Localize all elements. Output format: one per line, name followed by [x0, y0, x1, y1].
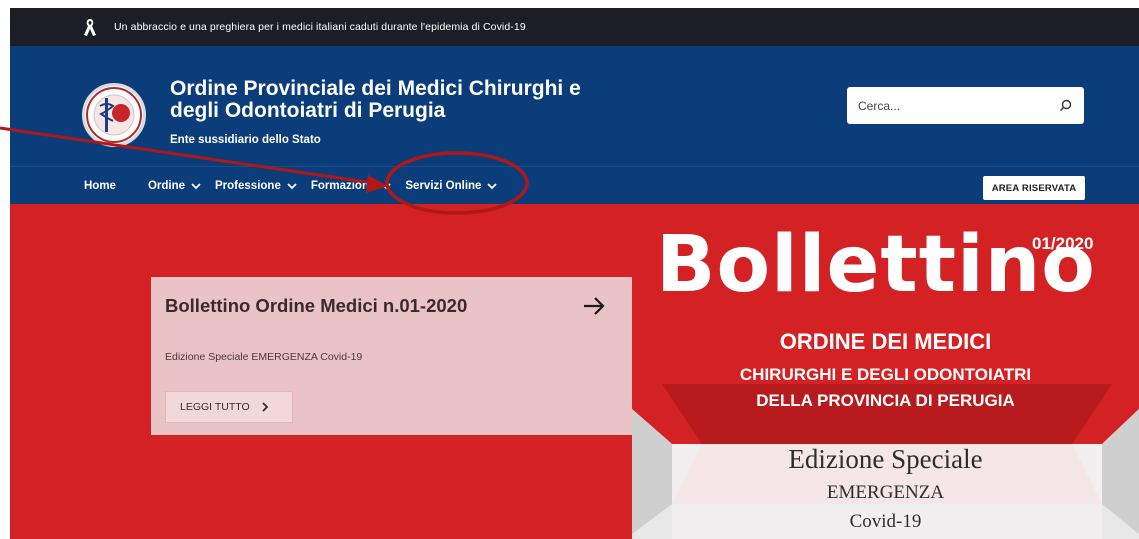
news-card-description: Edizione Speciale EMERGENZA Covid-19 — [165, 351, 363, 363]
notice-text[interactable]: Un abbraccio e una preghiera per i medic… — [114, 21, 526, 33]
nav-item-formazione[interactable]: Formazione — [311, 180, 392, 192]
search-icon[interactable] — [1059, 99, 1072, 112]
page: Un abbraccio e una preghiera per i medic… — [0, 0, 1139, 539]
cover-title: Bollettino — [656, 220, 1096, 310]
read-more-button[interactable]: LEGGI TUTTO — [165, 391, 293, 423]
main-nav: Home Ordine Professione Formazione Servi… — [10, 166, 1139, 204]
bulletin-cover-image: Bollettino 01/2020 ORDINE DEI MEDICI CHI… — [632, 204, 1139, 539]
seal-graphic — [86, 87, 142, 143]
site-subtitle: Ente sussidiario dello Stato — [170, 134, 321, 146]
cover-line-6: Covid-19 — [849, 511, 922, 532]
chevron-down-icon — [191, 182, 201, 189]
site-title-line1: Ordine Provinciale dei Medici Chirurghi … — [170, 77, 581, 100]
chevron-down-icon — [287, 182, 297, 189]
area-riservata-button[interactable]: AREA RISERVATA — [983, 176, 1085, 200]
arrow-right-icon[interactable] — [581, 293, 607, 319]
chevron-down-icon — [381, 182, 392, 189]
notice-bar: Un abbraccio e una preghiera per i medic… — [10, 8, 1139, 46]
website-viewport: Un abbraccio e una preghiera per i medic… — [10, 8, 1139, 539]
site-header: Ordine Provinciale dei Medici Chirurghi … — [10, 46, 1139, 166]
chevron-down-icon — [487, 182, 498, 189]
cover-issue-number: 01/2020 — [1032, 234, 1094, 253]
cover-line-2: CHIRURGHI E DEGLI ODONTOIATRI — [739, 365, 1032, 384]
nav-item-professione[interactable]: Professione — [215, 180, 297, 192]
site-title-line2: degli Odontoiatri di Perugia — [170, 99, 446, 122]
cover-line-3: DELLA PROVINCIA DI PERUGIA — [756, 391, 1015, 410]
ribbon-icon — [84, 19, 96, 36]
nav-item-home[interactable]: Home — [84, 180, 116, 192]
nav-item-label: Home — [84, 179, 116, 192]
news-card-title[interactable]: Bollettino Ordine Medici n.01-2020 — [165, 295, 467, 317]
nav-item-label: Formazione — [310, 179, 376, 192]
news-card[interactable]: Bollettino Ordine Medici n.01-2020 Edizi… — [151, 277, 633, 435]
chevron-right-icon — [261, 402, 268, 412]
order-seal-logo[interactable] — [82, 83, 146, 147]
nav-item-servizi-online[interactable]: Servizi Online — [405, 179, 498, 192]
site-title[interactable]: Ordine Provinciale dei Medici Chirurghi … — [170, 78, 610, 122]
cover-line-4: Edizione Speciale — [788, 444, 983, 474]
read-more-label: LEGGI TUTTO — [180, 401, 250, 413]
search-box — [847, 87, 1084, 124]
cover-line-1: ORDINE DEI MEDICI — [779, 329, 992, 354]
hero-slide-background: Bollettino Ordine Medici n.01-2020 Edizi… — [10, 204, 633, 539]
nav-item-ordine[interactable]: Ordine — [148, 180, 201, 192]
nav-item-label: Ordine — [147, 179, 186, 192]
search-input[interactable] — [858, 98, 1038, 113]
nav-item-label: Professione — [215, 179, 281, 192]
cover-line-5: EMERGENZA — [826, 482, 945, 503]
nav-item-label: Servizi Online — [405, 179, 482, 192]
